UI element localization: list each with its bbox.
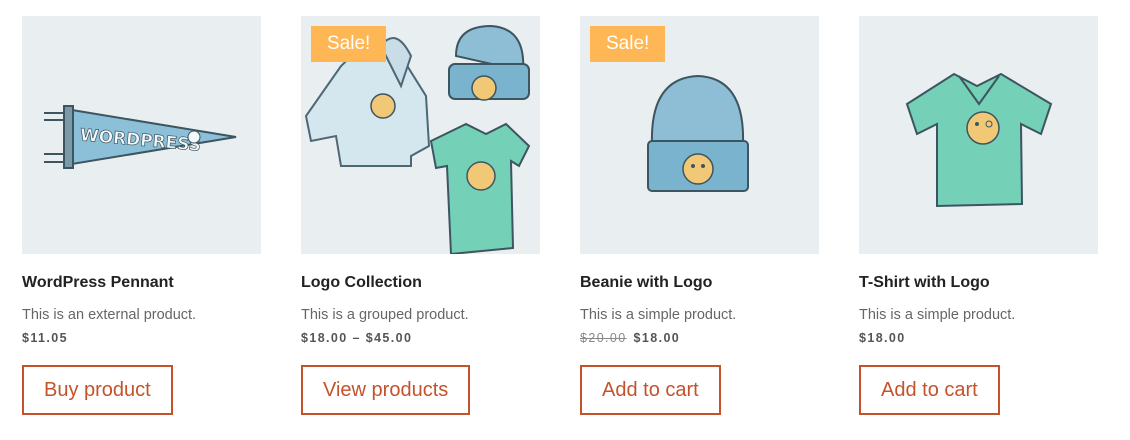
product-price: $11.05 [22,331,68,345]
product-grid: WORDPRESS WordPress Pennant This is an e… [0,0,1130,440]
regular-price: $20.00 [580,331,627,345]
tshirt-image [905,72,1053,208]
sale-badge: Sale! [590,26,666,62]
product-card: Sale! Logo Collection This is a grouped … [301,16,540,415]
product-description: This is a grouped product. [301,307,469,323]
product-title[interactable]: WordPress Pennant [22,274,261,296]
product-card: T-Shirt with Logo This is a simple produ… [859,16,1098,415]
product-description: This is a simple product. [580,307,737,323]
buy-product-button[interactable]: Buy product [22,365,173,415]
product-title[interactable]: Beanie with Logo [580,274,819,296]
add-to-cart-button[interactable]: Add to cart [580,365,721,415]
product-image[interactable]: Sale! [301,16,540,254]
product-description: This is an external product. [22,307,197,323]
product-description: This is a simple product. [859,307,1016,323]
product-card: WORDPRESS WordPress Pennant This is an e… [22,16,261,415]
product-image[interactable]: WORDPRESS [22,16,261,254]
product-title[interactable]: Logo Collection [301,274,540,296]
product-price: $20.00 $18.00 [580,331,819,349]
product-image[interactable] [859,16,1098,254]
sale-badge: Sale! [311,26,387,62]
product-image[interactable]: Sale! [580,16,819,254]
product-card: Sale! Beanie with Logo This is a simple … [580,16,819,415]
pennant-image: WORDPRESS [44,105,237,169]
view-products-button[interactable]: View products [301,365,471,415]
sale-price: $18.00 [633,331,681,345]
product-price: $18.00 – $45.00 [301,331,413,345]
add-to-cart-button[interactable]: Add to cart [859,365,1000,415]
product-title[interactable]: T-Shirt with Logo [859,274,1098,296]
product-price: $18.00 [859,331,906,345]
